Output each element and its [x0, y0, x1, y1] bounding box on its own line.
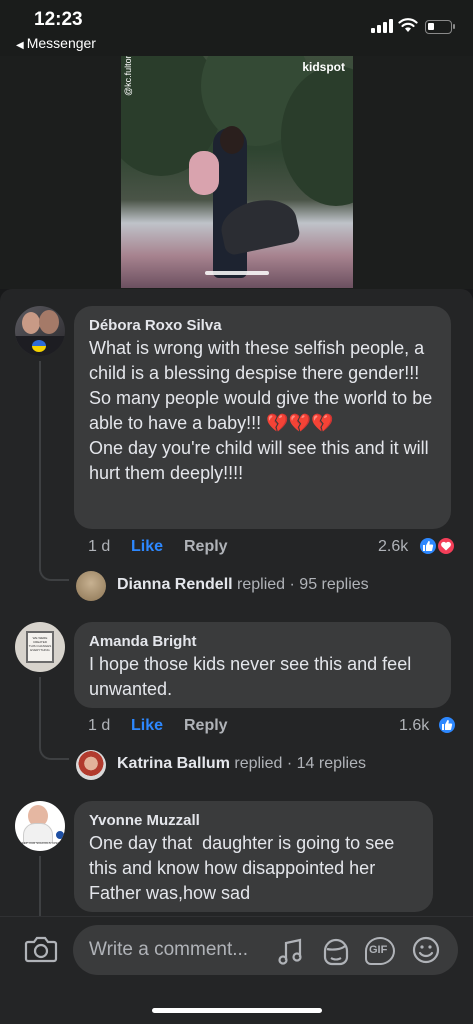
replier-avatar[interactable] [76, 750, 106, 780]
reaction-count[interactable]: 1.6k [399, 717, 429, 735]
reply-count: · 95 replies [289, 576, 369, 593]
back-to-messenger-label: Messenger [26, 35, 96, 51]
comment-bubble[interactable]: Débora Roxo Silva What is wrong with the… [74, 306, 451, 529]
thread-line [39, 856, 41, 916]
video-child-figure [189, 151, 219, 195]
like-button[interactable]: Like [131, 538, 163, 556]
reply-count: · 14 replies [286, 755, 367, 772]
replier-name: Dianna Rendell [117, 576, 233, 593]
comment-bubble[interactable]: Yvonne Muzzall One day that daughter is … [74, 801, 433, 912]
comment-author[interactable]: Yvonne Muzzall [89, 811, 419, 831]
avatar-sign: WE WERE CREATED THIS CHANGES EVERYTHING [26, 631, 54, 663]
comment-author[interactable]: Débora Roxo Silva [89, 316, 437, 336]
video-thumbnail[interactable]: kidspot @kc.fulton [121, 56, 353, 288]
like-button[interactable]: Like [131, 717, 163, 735]
comment-text: One day that daughter is going to see th… [89, 833, 400, 903]
view-replies-link[interactable]: Katrina Ballum replied · 14 replies [117, 755, 366, 773]
ukraine-flag-badge [32, 340, 46, 352]
comment-author[interactable]: Amanda Bright [89, 632, 437, 652]
status-bar: 12:23 ◀ Messenger [0, 0, 473, 56]
cellular-signal-icon [371, 19, 393, 33]
music-icon[interactable] [276, 937, 306, 967]
comments-section: Débora Roxo Silva What is wrong with the… [0, 289, 473, 916]
comment-text: I hope those kids never see this and fee… [89, 654, 417, 699]
back-triangle-icon: ◀ [16, 40, 24, 51]
camera-icon[interactable] [24, 933, 58, 965]
view-replies-link[interactable]: Dianna Rendell replied · 95 replies [117, 576, 369, 594]
emoji-icon[interactable] [411, 935, 441, 965]
comment-age: 1 d [88, 538, 111, 555]
like-reaction-icon [418, 536, 438, 556]
commenter-avatar[interactable] [15, 306, 65, 356]
reaction-count[interactable]: 2.6k [378, 538, 408, 556]
commenter-avatar[interactable]: WE WERE CREATED THIS CHANGES EVERYTHING [15, 622, 65, 672]
video-area: kidspot @kc.fulton [0, 56, 473, 289]
comment-input-placeholder: Write a comment... [89, 939, 249, 960]
replier-avatar[interactable] [76, 571, 106, 601]
love-reaction-icon [436, 536, 456, 556]
thread-line [39, 677, 41, 747]
avatar-sticker-icon[interactable] [319, 935, 353, 967]
comment-input[interactable]: Write a comment... GIF [73, 925, 458, 975]
reply-button[interactable]: Reply [184, 538, 228, 556]
gif-button[interactable]: GIF [365, 937, 395, 965]
comment-bubble[interactable]: Amanda Bright I hope those kids never se… [74, 622, 451, 708]
avatar-caption: KEEP OUR SCHOOLS OPEN [19, 841, 61, 845]
video-creator-handle: @kc.fulton [123, 56, 133, 96]
thread-connector [39, 559, 69, 581]
frame-badge-icon [54, 829, 65, 841]
comment-age: 1 d [88, 717, 111, 734]
thread-line [39, 361, 41, 571]
video-brand-watermark: kidspot [302, 60, 345, 74]
replied-label: replied [234, 755, 283, 772]
wifi-icon [398, 18, 418, 32]
gif-label: GIF [369, 944, 388, 956]
battery-icon [425, 20, 455, 34]
back-to-messenger-link[interactable]: ◀ Messenger [16, 35, 96, 51]
replied-label: replied [237, 576, 286, 593]
comment-text: What is wrong with these selfish people,… [89, 338, 433, 483]
like-reaction-icon [437, 715, 457, 735]
commenter-avatar[interactable]: KEEP OUR SCHOOLS OPEN [15, 801, 65, 851]
replier-name: Katrina Ballum [117, 755, 230, 772]
video-progress-bar[interactable] [205, 271, 269, 275]
thread-connector [39, 738, 69, 760]
status-time: 12:23 [34, 9, 83, 30]
reply-button[interactable]: Reply [184, 717, 228, 735]
home-indicator[interactable] [152, 1008, 322, 1013]
